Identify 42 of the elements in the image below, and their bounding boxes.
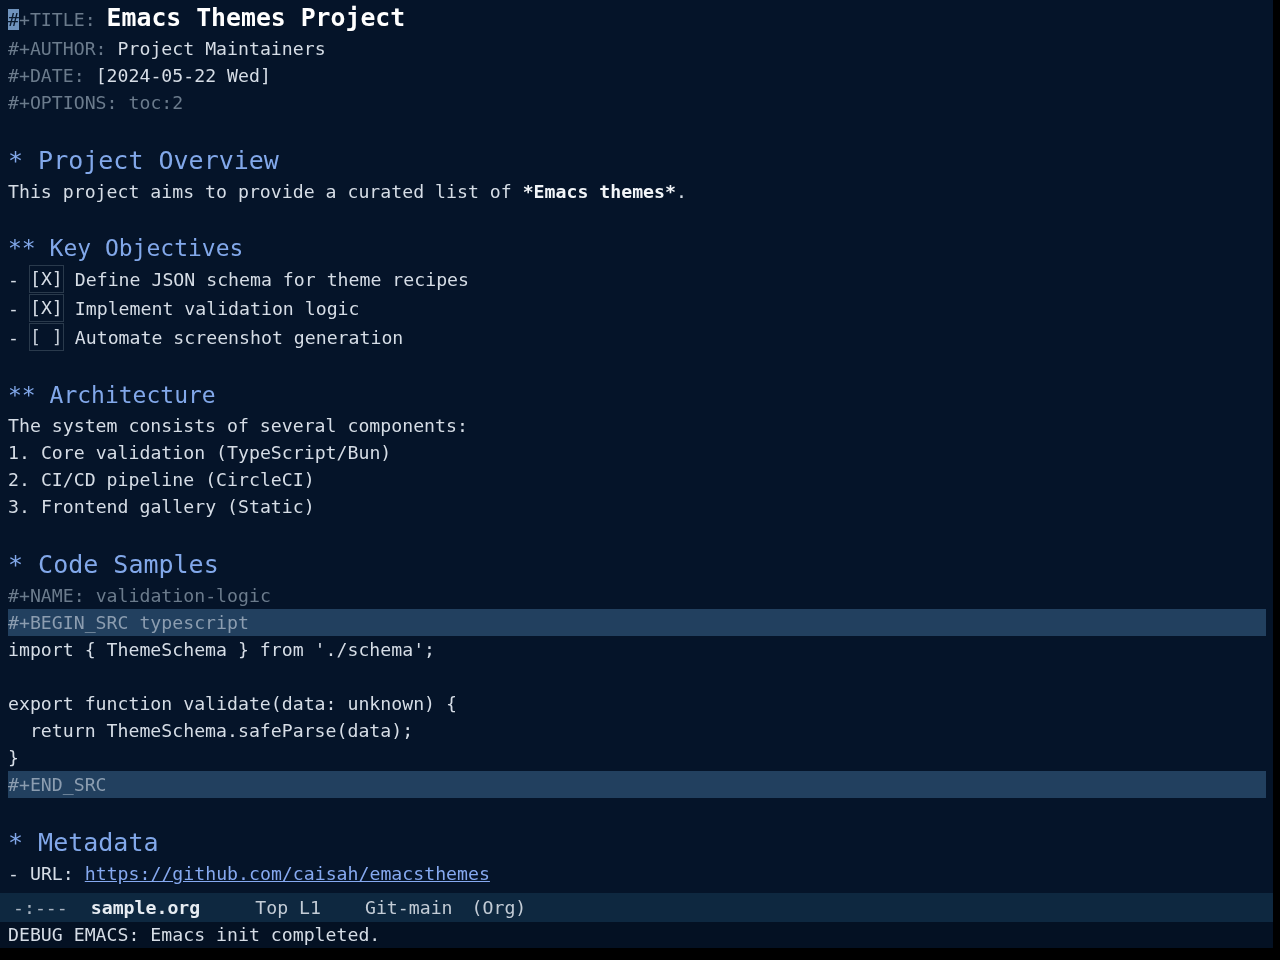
heading: ** Architecture — [8, 382, 216, 408]
heading: * Code Samples — [8, 550, 219, 579]
list-item-text: Define JSON schema for theme recipes — [74, 269, 469, 290]
url-link[interactable]: https://github.com/caisah/emacsthemes — [84, 863, 490, 884]
list-bullet: - — [8, 269, 19, 290]
git-branch: Git-main — [364, 897, 453, 918]
checkbox[interactable]: [ ] — [28, 323, 64, 351]
keyword-label: #+AUTHOR: — [8, 38, 107, 59]
list-bullet: - — [8, 863, 19, 884]
buffer-name: sample.org — [90, 897, 201, 918]
keyword-value: Emacs Themes Project — [106, 3, 406, 32]
paragraph: The system consists of several components: — [8, 415, 468, 436]
keyword-label: #+DATE: — [8, 65, 85, 86]
checkbox[interactable]: [X] — [28, 294, 64, 322]
keyword-value: Project Maintainers — [117, 38, 326, 59]
keyword-value: toc:2 — [128, 92, 184, 113]
field-label: URL: — [29, 863, 74, 884]
keyword-value: validation-logic — [95, 585, 271, 606]
heading: ** Key Objectives — [8, 235, 244, 261]
code-text: import { ThemeSchema } from './schema'; export function validate(data: unknown) { return ThemeSchema.safeParse(data); } — [8, 638, 457, 770]
list-bullet: - — [8, 327, 19, 348]
list-number: 3. — [8, 496, 30, 517]
list-item-text: Implement validation logic — [74, 298, 360, 319]
heading: * Project Overview — [8, 146, 279, 175]
list-number: 1. — [8, 442, 30, 463]
list-number: 2. — [8, 469, 30, 490]
echo-message: DEBUG EMACS: Emacs init completed. — [8, 924, 381, 945]
keyword-label: #+OPTIONS: — [8, 92, 118, 113]
list-item-text: Automate screenshot generation — [74, 327, 404, 348]
modified-status: -:--- — [13, 897, 68, 918]
keyword-label: #+NAME: — [8, 585, 85, 606]
major-mode: (Org) — [471, 897, 527, 918]
text-cursor: # — [8, 9, 19, 30]
paragraph: This project aims to provide a curated list of *Emacs themes*. — [8, 181, 687, 202]
list-bullet: - — [8, 298, 19, 319]
list-item-text: Frontend gallery (Static) — [40, 496, 315, 517]
list-item-text: CI/CD pipeline (CircleCI) — [40, 469, 315, 490]
cursor-position: Top L1 — [255, 897, 321, 918]
list-item-text: Core validation (TypeScript/Bun) — [40, 442, 392, 463]
heading: * Metadata — [8, 828, 159, 857]
checkbox[interactable]: [X] — [28, 265, 64, 293]
keyword-value: [2024-05-22 Wed] — [95, 65, 271, 86]
